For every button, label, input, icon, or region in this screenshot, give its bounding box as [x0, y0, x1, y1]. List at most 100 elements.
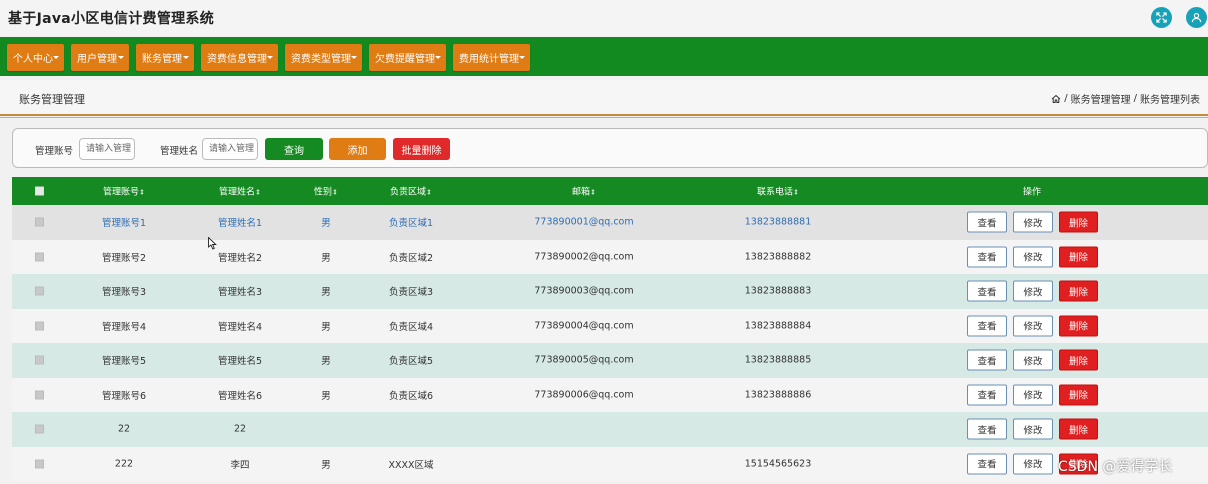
home-icon[interactable]	[1051, 94, 1061, 104]
breadcrumb-item-current: 账务管理列表	[1140, 95, 1200, 106]
cell-gender: 男	[321, 287, 331, 299]
view-button[interactable]: 查看	[967, 280, 1007, 302]
cell-phone: 13823888883	[744, 285, 812, 297]
name-search-input[interactable]	[202, 138, 258, 160]
row-checkbox[interactable]	[35, 286, 44, 296]
cell-gender: 男	[321, 390, 331, 402]
table-row[interactable]: 管理账号4 管理姓名4 男 负责区域4 773890004@qq.com 138…	[12, 308, 1208, 343]
breadcrumb-separator: /	[1064, 93, 1068, 104]
edit-button[interactable]: 修改	[1013, 315, 1053, 337]
cell-account[interactable]: 管理账号1	[102, 215, 146, 229]
add-button[interactable]: 添加	[329, 138, 386, 160]
table-row[interactable]: 管理账号2 管理姓名2 男 负责区域2 773890002@qq.com 138…	[12, 239, 1208, 274]
table-row[interactable]: 管理账号5 管理姓名5 男 负责区域5 773890005@qq.com 138…	[12, 343, 1208, 378]
cell-area: 负责区域6	[388, 390, 434, 402]
caret-down-icon	[519, 56, 525, 59]
view-button[interactable]: 查看	[967, 453, 1007, 475]
caret-down-icon	[435, 56, 441, 59]
view-button[interactable]: 查看	[967, 246, 1007, 268]
fullscreen-icon[interactable]	[1151, 7, 1172, 28]
column-header-area[interactable]: 负责区域⇕	[390, 185, 432, 198]
edit-button[interactable]: 修改	[1013, 384, 1053, 406]
cell-email: 773890002@qq.com	[534, 251, 634, 263]
nav-item-personal-center[interactable]: 个人中心	[7, 44, 64, 71]
cell-area: 负责区域4	[388, 321, 434, 333]
edit-button[interactable]: 修改	[1013, 246, 1053, 268]
nav-item-label: 资费信息管理	[207, 54, 267, 65]
nav-item-label: 欠费提醒管理	[375, 54, 435, 65]
cell-email: 773890001@qq.com	[534, 216, 634, 228]
table-row[interactable]: 管理账号6 管理姓名6 男 负责区域6 773890006@qq.com 138…	[12, 377, 1208, 412]
edit-button[interactable]: 修改	[1013, 418, 1053, 440]
cell-email: 773890005@qq.com	[534, 354, 634, 366]
cell-gender: 男	[321, 459, 331, 471]
cell-account: 管理账号6	[101, 390, 147, 402]
table-row[interactable]: 管理账号1 管理姓名1 男 负责区域1 773890001@qq.com 138…	[12, 205, 1208, 240]
caret-down-icon	[351, 56, 357, 59]
column-header-name[interactable]: 管理姓名⇕	[219, 185, 261, 198]
row-checkbox[interactable]	[35, 252, 44, 262]
row-checkbox[interactable]	[35, 424, 44, 434]
delete-button[interactable]: 删除	[1059, 418, 1098, 440]
row-checkbox[interactable]	[35, 390, 44, 400]
view-button[interactable]: 查看	[967, 384, 1007, 406]
edit-button[interactable]: 修改	[1013, 280, 1053, 302]
row-checkbox[interactable]	[35, 217, 44, 227]
cell-gender: 男	[321, 252, 331, 264]
view-button[interactable]: 查看	[967, 418, 1007, 440]
column-header-account[interactable]: 管理账号⇕	[103, 185, 145, 198]
delete-button[interactable]: 删除	[1059, 246, 1098, 268]
nav-item-label: 用户管理	[77, 54, 117, 65]
nav-item-tariff-type[interactable]: 资费类型管理	[285, 44, 362, 71]
cell-account: 管理账号3	[101, 287, 147, 299]
row-checkbox[interactable]	[35, 355, 44, 365]
cell-account: 管理账号4	[101, 321, 147, 333]
delete-button[interactable]: 删除	[1059, 211, 1098, 233]
view-button[interactable]: 查看	[967, 211, 1007, 233]
account-search-input[interactable]	[79, 138, 135, 160]
select-all-checkbox[interactable]	[35, 186, 44, 196]
nav-item-user-management[interactable]: 用户管理	[71, 44, 129, 71]
nav-item-tariff-info[interactable]: 资费信息管理	[201, 44, 278, 71]
nav-item-fee-statistics[interactable]: 费用统计管理	[453, 44, 530, 71]
cell-name: 管理姓名6	[217, 390, 263, 402]
table-row[interactable]: 222 李四 男 XXXX区域 15154565623 查看 修改 删除	[12, 446, 1208, 481]
user-icon[interactable]	[1186, 7, 1207, 28]
app-title: 基于Java小区电信计费管理系统	[8, 11, 215, 27]
delete-button[interactable]: 删除	[1059, 315, 1098, 337]
column-header-gender[interactable]: 性别⇕	[314, 185, 338, 198]
edit-button[interactable]: 修改	[1013, 453, 1053, 475]
batch-delete-button[interactable]: 批量删除	[393, 138, 450, 160]
view-button[interactable]: 查看	[967, 349, 1007, 371]
breadcrumb-item[interactable]: 账务管理管理	[1071, 91, 1131, 106]
row-checkbox[interactable]	[35, 459, 44, 469]
cell-name[interactable]: 管理姓名1	[218, 215, 262, 229]
delete-button[interactable]: 删除	[1059, 384, 1098, 406]
nav-item-arrears-reminder[interactable]: 欠费提醒管理	[369, 44, 446, 71]
nav-item-account-management[interactable]: 账务管理	[136, 44, 194, 71]
delete-button[interactable]: 删除	[1059, 280, 1098, 302]
table-row[interactable]: 22 22 查看 修改 删除	[12, 412, 1208, 447]
cell-account: 管理账号5	[101, 356, 147, 368]
cell-name: 李四	[230, 459, 250, 471]
cell-area: XXXX区域	[388, 459, 434, 471]
table-row[interactable]: 管理账号3 管理姓名3 男 负责区域3 773890003@qq.com 138…	[12, 274, 1208, 309]
row-checkbox[interactable]	[35, 321, 44, 331]
delete-button[interactable]: 删除	[1059, 349, 1098, 371]
query-button[interactable]: 查询	[265, 138, 323, 160]
name-label: 管理姓名	[160, 146, 199, 157]
edit-button[interactable]: 修改	[1013, 211, 1053, 233]
cell-gender: 男	[321, 321, 331, 333]
view-button[interactable]: 查看	[967, 315, 1007, 337]
edit-button[interactable]: 修改	[1013, 349, 1053, 371]
breadcrumb: / 账务管理管理 / 账务管理列表	[1051, 91, 1200, 106]
cell-name: 管理姓名2	[217, 252, 263, 264]
search-panel: 管理账号 管理姓名 查询 添加 批量删除	[12, 128, 1208, 168]
column-header-phone[interactable]: 联系电话⇕	[757, 185, 799, 198]
cell-phone: 15154565623	[744, 458, 812, 470]
cell-phone: 13823888885	[744, 354, 812, 366]
cell-account: 22	[117, 423, 131, 435]
column-header-email[interactable]: 邮箱⇕	[572, 185, 596, 198]
cell-phone: 13823888884	[744, 320, 812, 332]
divider	[0, 117, 1208, 118]
